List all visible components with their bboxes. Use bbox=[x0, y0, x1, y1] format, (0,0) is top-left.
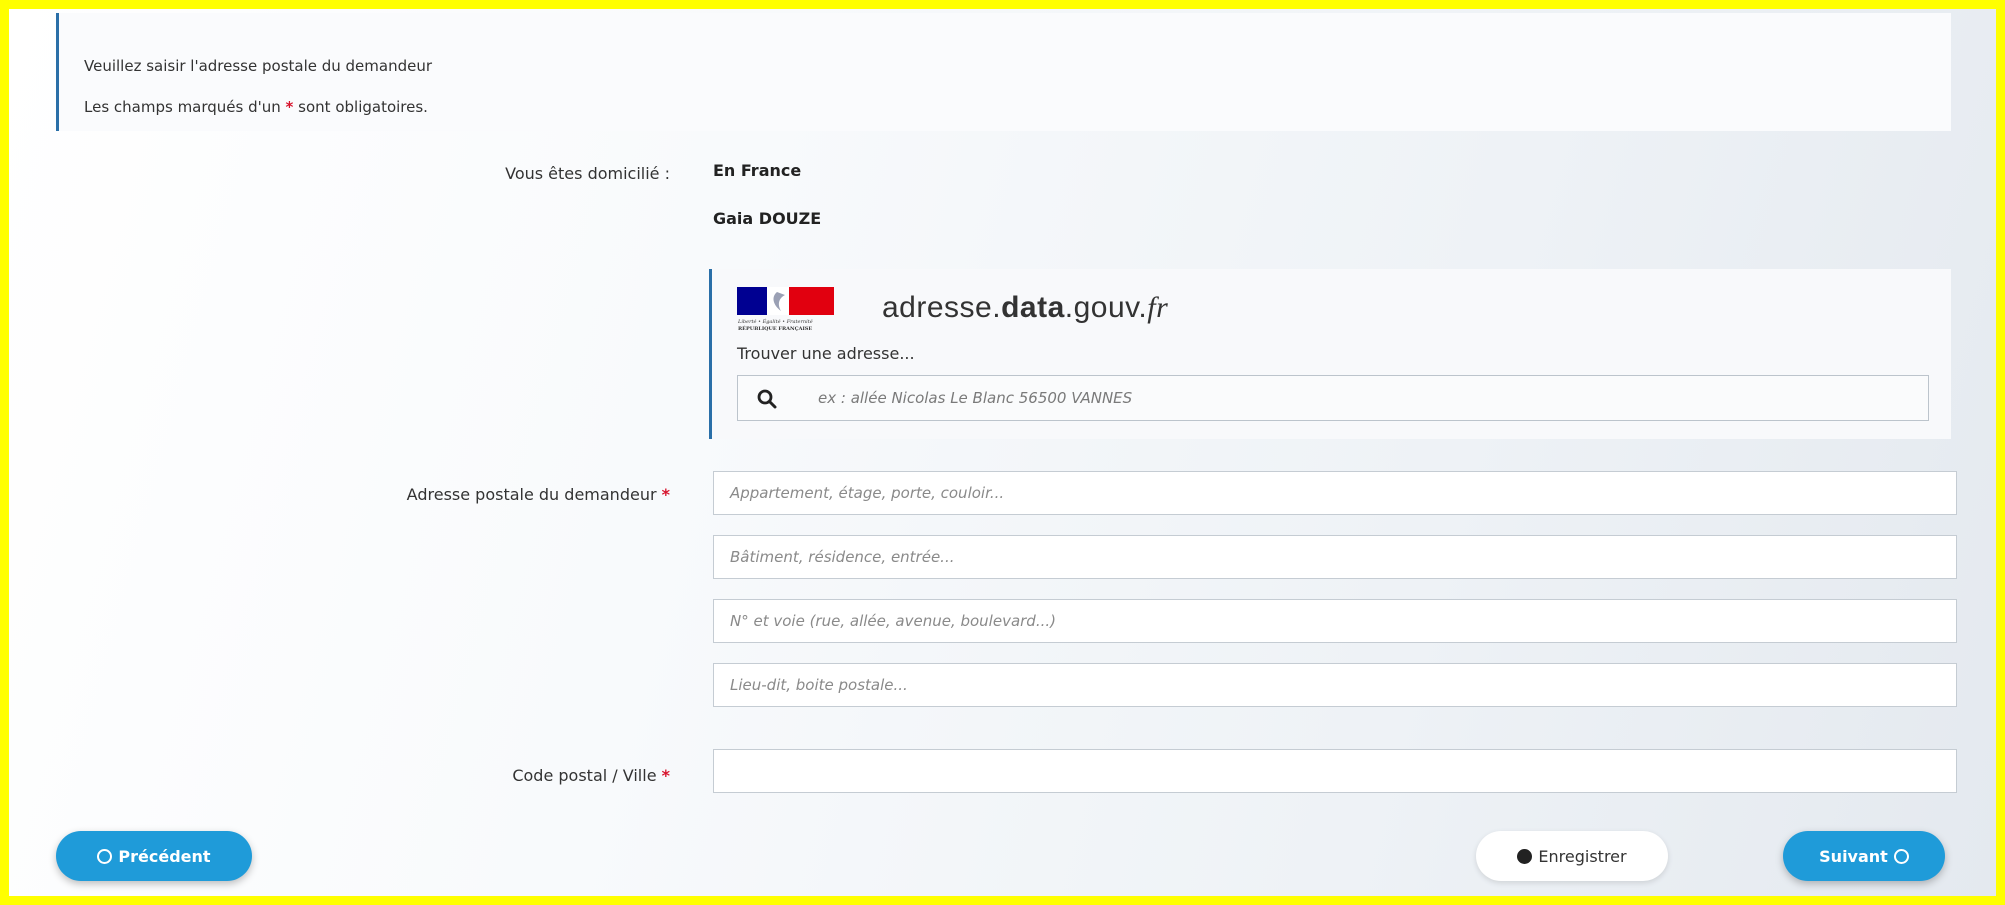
address-line1-placeholder: Appartement, étage, porte, couloir... bbox=[730, 484, 1005, 502]
applicant-name: Gaia DOUZE bbox=[713, 209, 822, 228]
address-line3-input[interactable]: N° et voie (rue, allée, avenue, boulevar… bbox=[713, 599, 1957, 643]
ban-title: adresse.data.gouv.fr bbox=[882, 291, 1168, 325]
domicile-label: Vous êtes domicilié : bbox=[505, 164, 670, 183]
info-box: Veuillez saisir l'adresse postale du dem… bbox=[56, 13, 1951, 131]
arrow-left-circle-icon bbox=[97, 848, 113, 864]
page-frame: Veuillez saisir l'adresse postale du dem… bbox=[9, 9, 1996, 896]
address-search-placeholder: ex : allée Nicolas Le Blanc 56500 VANNES bbox=[818, 389, 1133, 407]
find-address-label: Trouver une adresse... bbox=[737, 344, 915, 363]
city-required-star: * bbox=[661, 766, 670, 785]
ban-title-part2: data bbox=[1001, 291, 1065, 324]
address-label-text: Adresse postale du demandeur bbox=[406, 485, 657, 504]
address-line4-input[interactable]: Lieu-dit, boite postale... bbox=[713, 663, 1957, 707]
info-instruction: Veuillez saisir l'adresse postale du dem… bbox=[84, 57, 433, 75]
info-required-note: Les champs marqués d'un * sont obligatoi… bbox=[84, 98, 428, 116]
ban-title-part4: fr bbox=[1147, 291, 1169, 324]
logo-motto: Liberté • Égalité • Fraternité bbox=[737, 317, 813, 325]
address-line4-placeholder: Lieu-dit, boite postale... bbox=[730, 676, 908, 694]
republique-francaise-logo: Liberté • Égalité • Fraternité RÉPUBLIQU… bbox=[737, 287, 834, 332]
postal-code-city-input[interactable] bbox=[713, 749, 1957, 793]
search-icon bbox=[757, 389, 777, 409]
next-button[interactable]: Suivant bbox=[1783, 831, 1945, 881]
address-line3-placeholder: N° et voie (rue, allée, avenue, boulevar… bbox=[730, 612, 1056, 630]
save-button[interactable]: Enregistrer bbox=[1476, 831, 1668, 881]
logo-republic: RÉPUBLIQUE FRANÇAISE bbox=[738, 324, 812, 332]
city-label: Code postal / Ville * bbox=[150, 766, 670, 785]
required-note-suffix: sont obligatoires. bbox=[293, 98, 428, 116]
next-button-label: Suivant bbox=[1819, 846, 1888, 866]
ban-title-part3: .gouv. bbox=[1064, 291, 1148, 324]
arrow-right-circle-icon bbox=[1893, 848, 1909, 864]
ban-title-part1: adresse. bbox=[882, 291, 1002, 324]
city-label-text: Code postal / Ville bbox=[512, 766, 657, 785]
address-line1-input[interactable]: Appartement, étage, porte, couloir... bbox=[713, 471, 1957, 515]
address-line2-input[interactable]: Bâtiment, résidence, entrée... bbox=[713, 535, 1957, 579]
domicile-value: En France bbox=[713, 161, 802, 180]
address-label: Adresse postale du demandeur * bbox=[150, 485, 670, 504]
address-line2-placeholder: Bâtiment, résidence, entrée... bbox=[730, 548, 955, 566]
save-button-label: Enregistrer bbox=[1538, 846, 1627, 866]
previous-button-label: Précédent bbox=[118, 846, 211, 866]
address-search-input[interactable]: ex : allée Nicolas Le Blanc 56500 VANNES bbox=[737, 375, 1929, 421]
required-note-prefix: Les champs marqués d'un bbox=[84, 98, 286, 116]
address-search-widget: Liberté • Égalité • Fraternité RÉPUBLIQU… bbox=[709, 269, 1951, 439]
address-required-star: * bbox=[661, 485, 670, 504]
previous-button[interactable]: Précédent bbox=[56, 831, 252, 881]
check-circle-icon bbox=[1517, 848, 1533, 864]
